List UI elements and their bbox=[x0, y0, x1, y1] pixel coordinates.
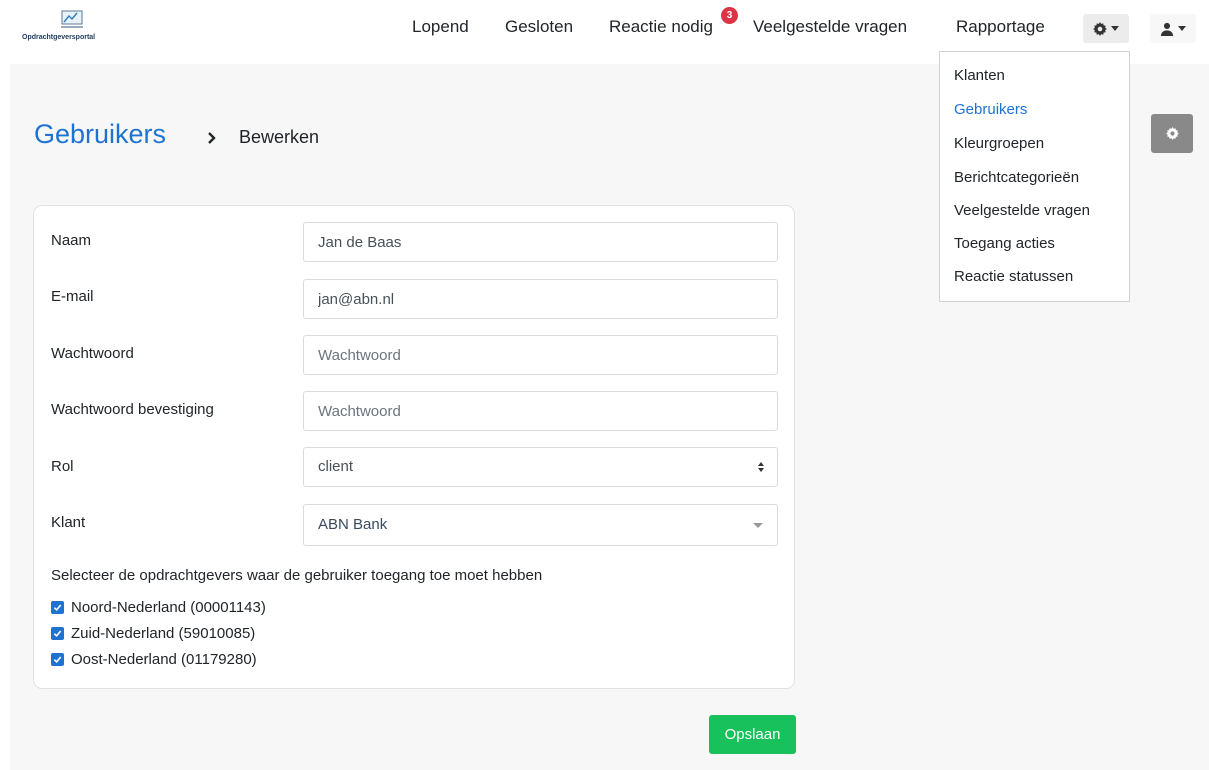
page-title[interactable]: Gebruikers bbox=[34, 119, 166, 150]
portal-logo-icon bbox=[61, 10, 83, 28]
nav-link-rapportage[interactable]: Rapportage bbox=[956, 17, 1045, 37]
check-icon bbox=[53, 604, 62, 611]
page-settings-button[interactable] bbox=[1151, 114, 1193, 153]
nav-link-gesloten[interactable]: Gesloten bbox=[505, 17, 573, 37]
gear-icon bbox=[1093, 21, 1107, 36]
page-subtitle: Bewerken bbox=[239, 127, 320, 147]
role-label: Rol bbox=[51, 458, 74, 475]
notification-badge: 3 bbox=[721, 7, 738, 24]
password-label: Wachtwoord bbox=[51, 345, 134, 362]
menu-item-kleurgroepen[interactable]: Kleurgroepen bbox=[954, 135, 1044, 152]
nav-link-lopend[interactable]: Lopend bbox=[412, 17, 469, 37]
menu-item-veelgestelde-vragen[interactable]: Veelgestelde vragen bbox=[954, 202, 1090, 219]
nav-link-veelgestelde-vragen[interactable]: Veelgestelde vragen bbox=[753, 17, 907, 37]
checkbox-row[interactable]: Oost-Nederland (01179280) bbox=[51, 649, 257, 669]
checkbox-label: Noord-Nederland (00001143) bbox=[71, 598, 266, 616]
user-menu-button[interactable] bbox=[1150, 14, 1196, 43]
menu-item-toegang-acties[interactable]: Toegang acties bbox=[954, 235, 1055, 252]
menu-item-reactie-statussen[interactable]: Reactie statussen bbox=[954, 268, 1073, 285]
brand[interactable]: Opdrachtgeversportal bbox=[22, 10, 122, 41]
access-instruction: Selecteer de opdrachtgevers waar de gebr… bbox=[51, 567, 543, 584]
checkbox-checked[interactable] bbox=[51, 652, 64, 666]
client-select-value: ABN Bank bbox=[318, 516, 388, 533]
checkbox-checked[interactable] bbox=[51, 600, 64, 614]
role-select-value: client bbox=[318, 458, 354, 475]
save-button[interactable]: Opslaan bbox=[709, 715, 796, 754]
client-select[interactable]: ABN Bank bbox=[303, 504, 778, 546]
chevron-down-icon bbox=[1111, 26, 1119, 31]
checkbox-label: Zuid-Nederland (59010085) bbox=[71, 624, 256, 642]
gear-icon bbox=[1165, 127, 1179, 140]
check-icon bbox=[53, 656, 62, 663]
email-input[interactable] bbox=[303, 279, 778, 319]
email-label: E-mail bbox=[51, 288, 94, 305]
role-select[interactable]: client bbox=[303, 447, 778, 487]
name-input[interactable] bbox=[303, 222, 778, 262]
sort-updown-icon bbox=[758, 462, 764, 472]
password-confirm-input[interactable] bbox=[303, 391, 778, 431]
menu-item-gebruikers[interactable]: Gebruikers bbox=[954, 101, 1027, 118]
settings-menu-button[interactable] bbox=[1083, 14, 1129, 43]
menu-item-berichtcategorieen[interactable]: Berichtcategorieën bbox=[954, 169, 1079, 186]
settings-dropdown-menu: Klanten Gebruikers Kleurgroepen Berichtc… bbox=[939, 51, 1130, 302]
checkbox-label: Oost-Nederland (01179280) bbox=[71, 650, 257, 668]
client-label: Klant bbox=[51, 514, 86, 531]
check-icon bbox=[53, 630, 62, 637]
password-confirm-label: Wachtwoord bevestiging bbox=[51, 401, 214, 418]
chevron-right-icon bbox=[208, 132, 216, 144]
name-label: Naam bbox=[51, 232, 92, 249]
password-input[interactable] bbox=[303, 335, 778, 375]
checkbox-row[interactable]: Noord-Nederland (00001143) bbox=[51, 597, 266, 617]
caret-down-icon bbox=[753, 523, 763, 528]
chevron-down-icon bbox=[1178, 26, 1186, 31]
menu-item-klanten[interactable]: Klanten bbox=[954, 67, 1005, 84]
checkbox-row[interactable]: Zuid-Nederland (59010085) bbox=[51, 623, 255, 643]
nav-link-reactie-nodig[interactable]: Reactie nodig bbox=[609, 17, 713, 37]
user-icon bbox=[1160, 22, 1174, 36]
checkbox-checked[interactable] bbox=[51, 626, 64, 640]
brand-name: Opdrachtgeversportal bbox=[22, 34, 96, 41]
